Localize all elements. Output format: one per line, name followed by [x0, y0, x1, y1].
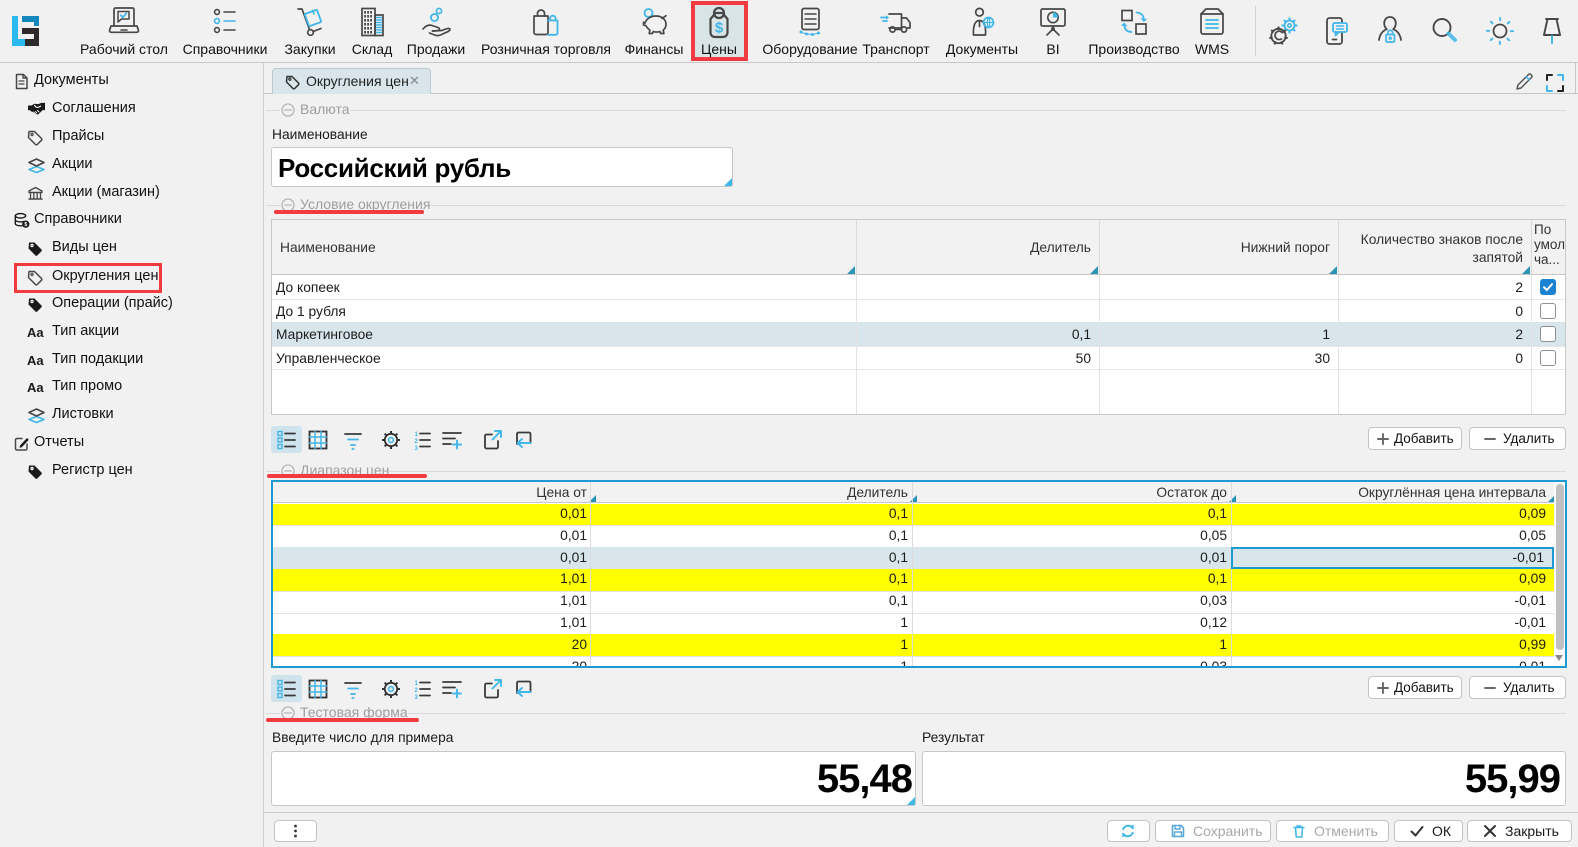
svg-text:3: 3	[415, 446, 419, 450]
svg-text:3: 3	[415, 695, 419, 699]
svg-text:2: 2	[415, 439, 419, 445]
svg-text:2: 2	[415, 688, 419, 694]
svg-text:$: $	[24, 222, 27, 228]
svg-text:1: 1	[415, 432, 419, 438]
svg-text:1: 1	[415, 681, 419, 687]
